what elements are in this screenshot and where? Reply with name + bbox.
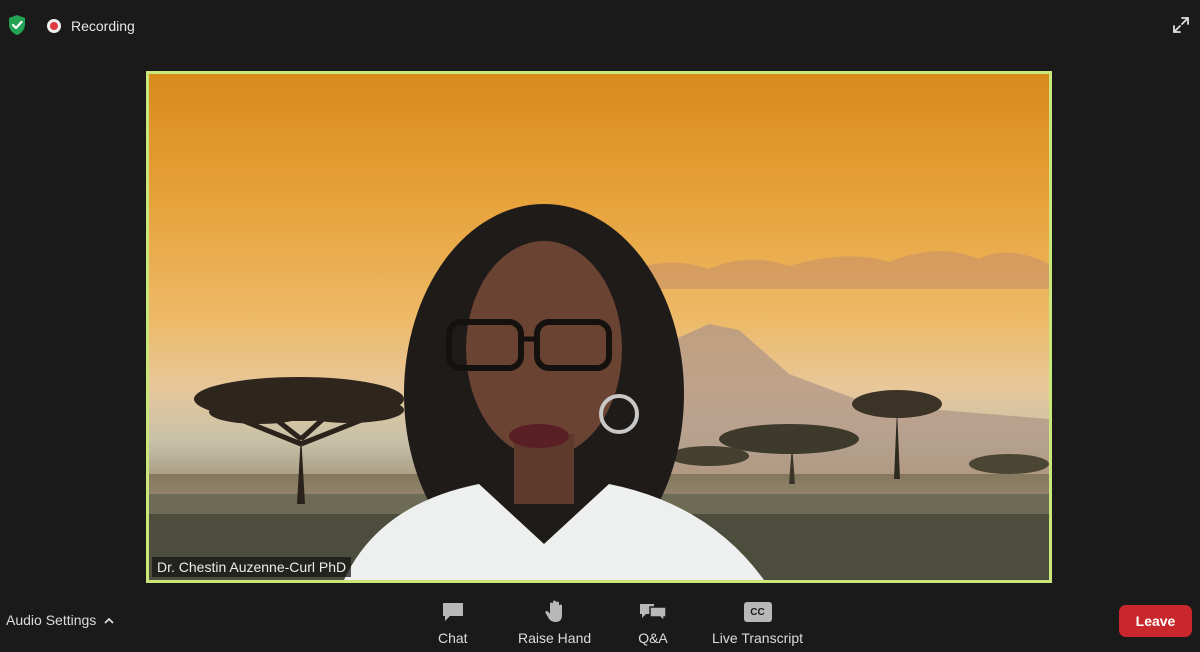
participant-video[interactable]: Dr. Chestin Auzenne-Curl PhD bbox=[146, 71, 1052, 583]
chat-button[interactable]: Chat bbox=[438, 598, 468, 646]
chat-icon bbox=[440, 598, 466, 626]
live-transcript-label: Live Transcript bbox=[712, 630, 804, 646]
chat-label: Chat bbox=[438, 630, 468, 646]
recording-indicator[interactable]: Recording bbox=[47, 15, 135, 37]
shield-check-icon[interactable] bbox=[5, 13, 29, 37]
meeting-toolbar: Audio Settings Chat Raise Hand Q&A CC Li… bbox=[0, 590, 1200, 652]
recording-icon bbox=[47, 19, 61, 33]
raise-hand-button[interactable]: Raise Hand bbox=[518, 598, 591, 646]
raise-hand-icon bbox=[543, 598, 567, 626]
chevron-up-icon bbox=[104, 612, 114, 628]
raise-hand-label: Raise Hand bbox=[518, 630, 592, 646]
qa-button[interactable]: Q&A bbox=[638, 598, 668, 646]
top-bar: Recording bbox=[0, 0, 1200, 50]
live-transcript-button[interactable]: CC Live Transcript bbox=[712, 598, 803, 646]
audio-settings-button[interactable]: Audio Settings bbox=[6, 612, 114, 628]
leave-button[interactable]: Leave bbox=[1119, 605, 1192, 637]
fullscreen-icon[interactable] bbox=[1166, 10, 1196, 40]
cc-badge: CC bbox=[743, 602, 772, 622]
video-feed bbox=[149, 204, 1049, 580]
qa-icon bbox=[638, 598, 668, 626]
recording-label: Recording bbox=[71, 18, 135, 34]
audio-settings-label: Audio Settings bbox=[6, 612, 97, 628]
qa-label: Q&A bbox=[638, 630, 668, 646]
cc-icon: CC bbox=[743, 598, 772, 626]
participant-name-tag: Dr. Chestin Auzenne-Curl PhD bbox=[152, 557, 352, 577]
